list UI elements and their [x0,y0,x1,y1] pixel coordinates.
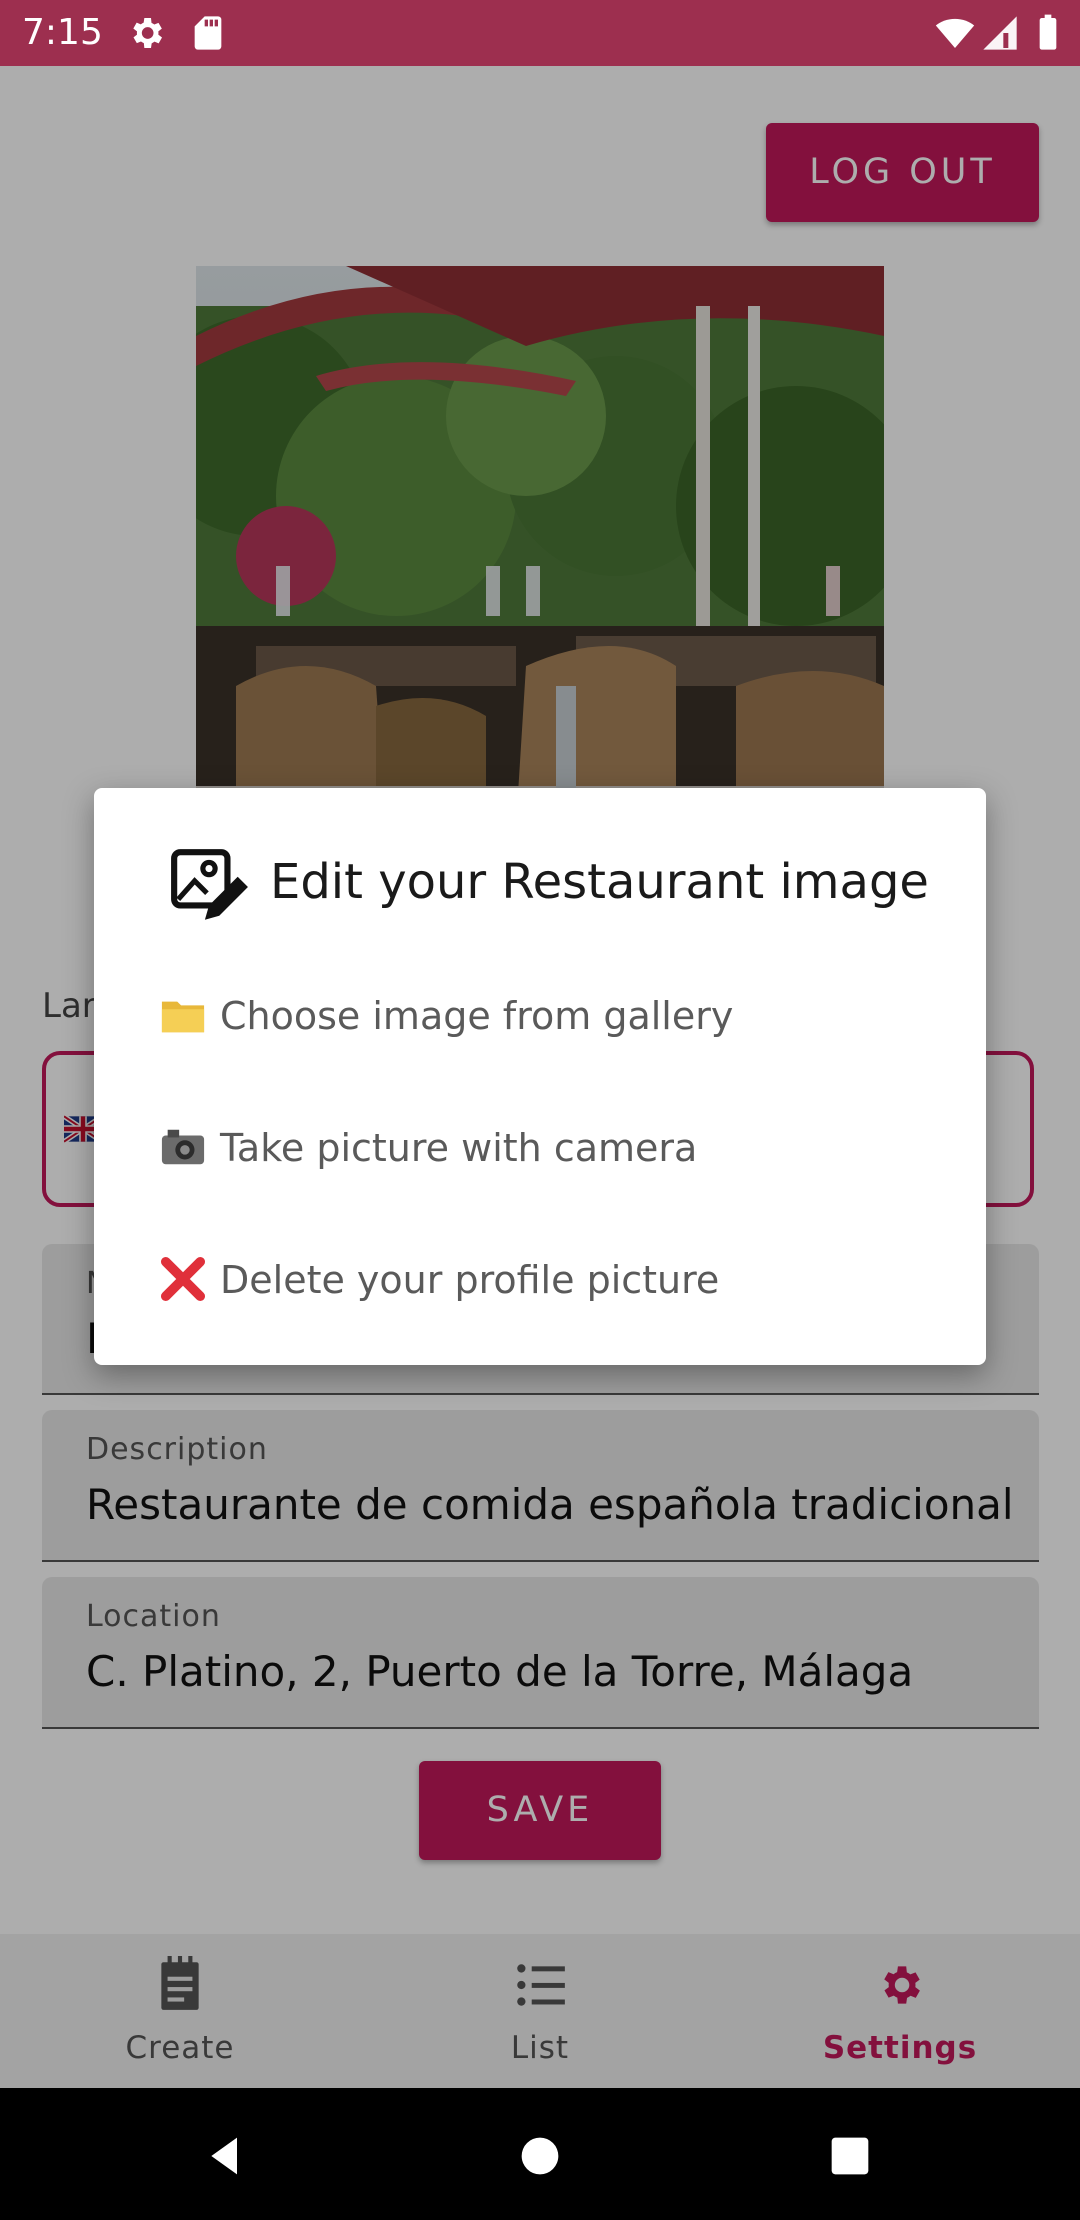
folder-icon [161,1001,205,1032]
delete-picture-option[interactable]: Delete your profile picture [160,1230,940,1330]
settings-gear-icon [133,18,162,48]
edit-image-icon [171,849,248,920]
take-picture-label: Take picture with camera [220,1126,698,1170]
choose-from-gallery-option[interactable]: Choose image from gallery [160,966,940,1066]
back-icon[interactable] [204,2134,248,2178]
status-time: 7:15 [22,12,103,53]
delete-picture-label: Delete your profile picture [220,1258,720,1302]
status-bar: 7:15 [0,0,1080,66]
camera-icon [161,1129,205,1164]
sd-card-icon [194,16,222,50]
wifi-icon [935,18,975,48]
edit-image-dialog: Edit your Restaurant image Choose image … [94,788,986,1365]
system-navigation-bar [0,2088,1080,2220]
battery-icon [1039,14,1057,50]
home-icon[interactable] [518,2134,562,2178]
cellular-signal-icon [983,16,1017,50]
red-x-icon [160,1256,206,1301]
choose-from-gallery-label: Choose image from gallery [220,994,734,1038]
recents-icon[interactable] [828,2134,872,2178]
dialog-title: Edit your Restaurant image [270,854,929,910]
take-picture-option[interactable]: Take picture with camera [160,1098,940,1198]
